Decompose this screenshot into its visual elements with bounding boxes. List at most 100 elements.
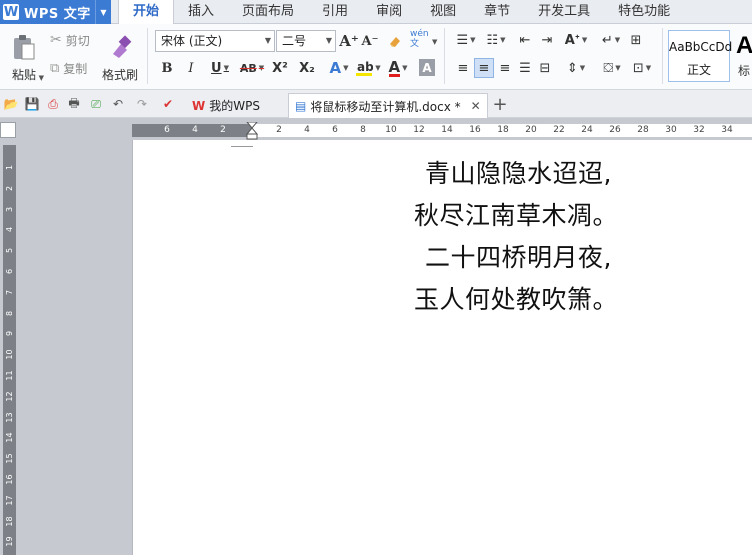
print-preview-icon[interactable]: ⎚ bbox=[88, 96, 104, 112]
italic-button[interactable]: I bbox=[182, 58, 200, 78]
chevron-down-icon[interactable]: ▼ bbox=[432, 38, 437, 46]
copy-button[interactable]: ⧉ 复制 bbox=[50, 58, 87, 78]
open-folder-icon[interactable]: 📂 bbox=[3, 96, 19, 112]
grow-font-button[interactable]: A⁺ bbox=[339, 31, 359, 51]
chevron-down-icon: ▼ bbox=[375, 64, 381, 72]
text-effect-button[interactable]: A ▼ bbox=[326, 58, 352, 78]
paintbrush-icon bbox=[113, 34, 132, 58]
tab-1[interactable]: 插入 bbox=[174, 0, 228, 24]
tab-3[interactable]: 引用 bbox=[308, 0, 362, 24]
tab-6[interactable]: 章节 bbox=[470, 0, 524, 24]
tab-5[interactable]: 视图 bbox=[416, 0, 470, 24]
undo-icon[interactable]: ↶ bbox=[110, 96, 126, 112]
numbered-list-button[interactable]: ☷ ▼ bbox=[482, 30, 510, 50]
export-pdf-icon[interactable]: ⎙ bbox=[45, 96, 61, 112]
ruler-tick: 6 bbox=[164, 125, 170, 135]
paste-button[interactable]: 粘贴 ▼ bbox=[6, 28, 44, 88]
increase-indent-icon: ⇥ bbox=[541, 32, 553, 48]
paint-bucket-icon: ⛋ bbox=[603, 60, 614, 76]
bullet-list-icon: ☰ bbox=[456, 32, 469, 48]
underline-label: U bbox=[211, 60, 222, 76]
tab-stop-selector[interactable] bbox=[0, 122, 16, 138]
style-normal[interactable]: AaBbCcDd 正文 bbox=[668, 30, 733, 82]
highlight-button[interactable]: ab ▼ bbox=[354, 58, 382, 78]
ruler-tick: 8 bbox=[5, 310, 14, 316]
font-name-select[interactable]: 宋体 (正文) ▼ bbox=[155, 30, 275, 52]
ruler-tick: 34 bbox=[721, 125, 733, 135]
format-painter-button[interactable]: 格式刷 bbox=[100, 28, 140, 88]
show-marks-button[interactable]: ↵ ▼ bbox=[598, 30, 624, 50]
tab-7[interactable]: 开发工具 bbox=[524, 0, 604, 24]
borders-icon: ⊡ bbox=[632, 60, 644, 76]
justify-button[interactable]: ☰ bbox=[516, 58, 534, 78]
chevron-down-icon: ▼ bbox=[470, 36, 476, 44]
style-sample: AaBbCcDd bbox=[669, 40, 733, 54]
distributed-align-button[interactable]: ⊟ bbox=[536, 58, 554, 78]
chevron-down-icon: ▼ bbox=[402, 64, 408, 72]
margin-corner-mark bbox=[231, 146, 253, 147]
horizontal-ruler[interactable]: 6 4 2 2 4 6 8 10 12 14 16 18 20 22 24 26 28 30 32 34 bbox=[132, 122, 752, 140]
style-heading[interactable]: A 标 bbox=[734, 30, 752, 82]
bold-button[interactable]: B bbox=[158, 58, 176, 78]
change-case-button[interactable]: Aᐩ ▼ bbox=[562, 30, 590, 50]
strikethrough-button[interactable]: AB ▼ bbox=[237, 58, 267, 78]
underline-button[interactable]: U ▼ bbox=[206, 58, 234, 78]
table-button[interactable]: ⊞ bbox=[627, 30, 645, 50]
chevron-down-icon[interactable]: ▼ bbox=[95, 0, 111, 24]
tab-0[interactable]: 开始 bbox=[118, 0, 175, 25]
ruler-tick: 30 bbox=[665, 125, 677, 135]
app-menu-button[interactable]: W WPS 文字 ▼ bbox=[0, 0, 111, 24]
chevron-down-icon: ▼ bbox=[325, 36, 332, 45]
shading-button[interactable]: ⛋ ▼ bbox=[598, 58, 626, 78]
subscript-label: X₂ bbox=[299, 60, 315, 76]
shrink-font-button[interactable]: A⁻ bbox=[361, 31, 379, 51]
poem-line[interactable]: 青山隐隐水迢迢, bbox=[425, 154, 612, 190]
line-spacing-icon: ⇕ bbox=[566, 60, 578, 76]
tab-8[interactable]: 特色功能 bbox=[604, 0, 684, 24]
ruler-tick: 4 bbox=[304, 125, 310, 135]
clear-format-button[interactable] bbox=[386, 31, 404, 51]
align-left-button[interactable]: ≡ bbox=[454, 58, 472, 78]
character-shading-button[interactable]: A bbox=[419, 59, 435, 76]
ruler-tick: 24 bbox=[581, 125, 593, 135]
poem-line[interactable]: 秋尽江南草木凋。 bbox=[414, 196, 618, 232]
customize-toolbar-icon[interactable]: ✔ bbox=[160, 96, 176, 112]
chevron-down-icon: ▼ bbox=[264, 36, 271, 45]
poem-line[interactable]: 二十四桥明月夜, bbox=[425, 238, 612, 274]
line-spacing-button[interactable]: ⇕ ▼ bbox=[562, 58, 590, 78]
save-icon[interactable]: 💾 bbox=[24, 96, 40, 112]
align-right-button[interactable]: ≡ bbox=[496, 58, 514, 78]
cut-button[interactable]: ✂ 剪切 bbox=[50, 30, 90, 50]
ruler-tick: 19 bbox=[5, 536, 14, 547]
close-icon[interactable]: ✕ bbox=[471, 99, 481, 113]
bullet-list-button[interactable]: ☰ ▼ bbox=[452, 30, 480, 50]
change-case-icon: Aᐩ bbox=[564, 32, 580, 48]
app-name: WPS 文字 bbox=[24, 6, 91, 22]
print-icon[interactable]: 🖶 bbox=[66, 96, 82, 112]
document-tab-label: 将鼠标移动至计算机.docx * bbox=[310, 99, 461, 114]
ruler-tick: 20 bbox=[525, 125, 537, 135]
chevron-down-icon[interactable]: ▼ bbox=[39, 74, 44, 82]
document-page[interactable]: 青山隐隐水迢迢, 秋尽江南草木凋。 二十四桥明月夜, 玉人何处教吹箫。 bbox=[132, 140, 752, 555]
ribbon: 粘贴 ▼ ✂ 剪切 ⧉ 复制 格式刷 宋体 (正文) ▼ 二号 ▼ A⁺ A⁻ … bbox=[0, 24, 752, 90]
font-color-button[interactable]: A ▼ bbox=[385, 58, 411, 78]
subscript-button[interactable]: X₂ bbox=[296, 58, 318, 78]
style-heading-label: 标 bbox=[738, 64, 751, 78]
tab-4[interactable]: 审阅 bbox=[362, 0, 416, 24]
align-center-icon: ≡ bbox=[478, 60, 490, 76]
increase-indent-button[interactable]: ⇥ bbox=[538, 30, 556, 50]
indent-marker-icon[interactable] bbox=[246, 122, 258, 140]
document-tab-1[interactable]: ▤ 将鼠标移动至计算机.docx * ✕ bbox=[288, 93, 488, 118]
borders-button[interactable]: ⊡ ▼ bbox=[628, 58, 656, 78]
decrease-indent-button[interactable]: ⇤ bbox=[516, 30, 534, 50]
poem-line[interactable]: 玉人何处教吹箫。 bbox=[414, 280, 618, 316]
redo-icon[interactable]: ↷ bbox=[134, 96, 150, 112]
new-tab-button[interactable]: + bbox=[492, 94, 508, 115]
ruler-tick: 12 bbox=[5, 391, 14, 402]
font-size-select[interactable]: 二号 ▼ bbox=[276, 30, 336, 52]
document-tab-0[interactable]: W 我的WPS bbox=[186, 93, 284, 118]
vertical-ruler[interactable]: 1 2 3 4 5 6 7 8 9 10 11 12 13 14 15 16 17 18 19 bbox=[3, 145, 16, 555]
align-center-button[interactable]: ≡ bbox=[474, 58, 494, 78]
tab-2[interactable]: 页面布局 bbox=[228, 0, 308, 24]
superscript-button[interactable]: X² bbox=[270, 58, 290, 78]
